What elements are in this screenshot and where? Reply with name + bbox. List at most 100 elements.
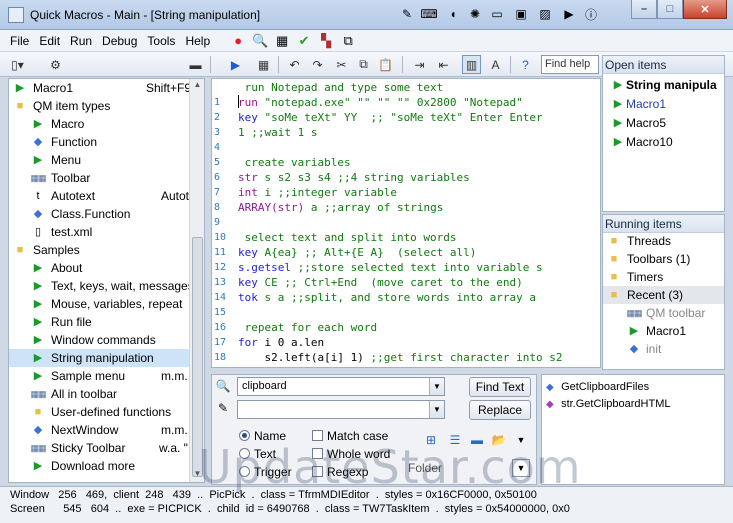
scroll-up-icon[interactable]: ▲ <box>192 80 203 92</box>
redo-icon[interactable]: ↷ <box>308 55 327 74</box>
font-icon[interactable]: A <box>486 55 505 74</box>
code-editor[interactable]: run Notepad and type some text 1 run "note… <box>211 78 601 368</box>
code-line[interactable]: 6 str s s2 s3 s4 ;;4 string variables <box>212 170 600 185</box>
tree-item[interactable]: ▶ Mouse, variables, repeat <box>9 295 199 313</box>
new-icon[interactable]: ▯▾ <box>8 55 27 74</box>
maximize-button[interactable]: □ <box>657 0 683 19</box>
running-item[interactable]: ▶ Macro1 <box>603 322 724 340</box>
menu-debug[interactable]: Debug <box>97 30 142 52</box>
code-line[interactable]: 4 <box>212 140 600 155</box>
tree-item[interactable]: ▶ String manipulation <box>9 349 199 367</box>
tree-item[interactable]: ■ QM item types <box>9 97 199 115</box>
result-item[interactable]: ◆ GetClipboardFiles <box>546 379 649 395</box>
tree-item[interactable]: ◆ Class.Function <box>9 205 199 223</box>
code-line[interactable]: 2 key "soMe teXt" YY ;; "soMe teXt" Enter… <box>212 110 600 125</box>
tree-item[interactable]: ■ Samples <box>9 241 199 259</box>
running-item[interactable]: ■ Toolbars (1) <box>603 250 724 268</box>
running-item[interactable]: ▦▦ QM toolbar <box>603 304 724 322</box>
tree-scrollbar[interactable]: ▲ ▼ <box>189 79 204 482</box>
options-icon[interactable]: ▚ <box>317 32 335 50</box>
save-icon[interactable]: ▬ <box>186 55 205 74</box>
info-icon[interactable]: ⓘ <box>582 5 600 23</box>
paste-icon[interactable]: 📋 <box>376 55 395 74</box>
code-line[interactable]: 13 key CE ;; Ctrl+End (move caret to the … <box>212 275 600 290</box>
run-icon[interactable]: ▶ <box>560 5 578 23</box>
code-line[interactable]: 1 run "notepad.exe" "" "" "" 0x2800 "Note… <box>212 95 600 110</box>
replace-button[interactable]: Replace <box>469 400 531 420</box>
search-icon[interactable]: 🔍 <box>214 377 232 395</box>
undo-icon[interactable]: ↶ <box>285 55 304 74</box>
running-item[interactable]: ■ Threads <box>603 232 724 250</box>
tree-item[interactable]: ▦▦ All in toolbar <box>9 385 199 403</box>
tree-item[interactable]: ▶ Menu <box>9 151 199 169</box>
cut-icon[interactable]: ✂ <box>332 55 351 74</box>
code-line[interactable]: 12 s.getsel ;;store selected text into va… <box>212 260 600 275</box>
code-line[interactable]: 15 <box>212 305 600 320</box>
code-line[interactable]: 10 select text and split into words <box>212 230 600 245</box>
find-icon[interactable]: 🔍 <box>251 32 269 50</box>
code-line[interactable]: 14 tok s a ;;split, and store words into … <box>212 290 600 305</box>
run-button-icon[interactable]: ▶ <box>226 55 245 74</box>
find-help-input[interactable]: Find help <box>541 55 599 74</box>
result-item[interactable]: ◆ str.GetClipboardHTML <box>546 396 671 412</box>
tree-item[interactable]: ▶ About <box>9 259 199 277</box>
list-icon[interactable]: ☰ <box>446 431 464 449</box>
chevron-down-icon[interactable]: ▼ <box>429 378 444 395</box>
code-line[interactable]: 19 s3.get(a[i] 1) ;;get remaining charac… <box>212 365 600 367</box>
running-item[interactable]: ◆ init <box>603 340 724 358</box>
find-text-button[interactable]: Find Text <box>469 377 531 397</box>
chevron-down-icon[interactable]: ▼ <box>512 459 530 477</box>
chevron-down-icon[interactable]: ▼ <box>429 401 444 418</box>
check-icon[interactable]: ✔ <box>295 32 313 50</box>
code-line[interactable]: 9 <box>212 215 600 230</box>
open-item[interactable]: ▶ Macro10 <box>603 133 724 151</box>
tree-item[interactable]: ▶ Sample menu m.m. <box>9 367 199 385</box>
scroll-thumb[interactable] <box>192 237 203 477</box>
tree-item[interactable]: ▶ Macro1 Shift+F9 <box>9 79 199 97</box>
trigger-icon[interactable]: ▦ <box>254 55 273 74</box>
calendar-icon[interactable]: ▦ <box>273 32 291 50</box>
open-item[interactable]: ▶ Macro1 <box>603 95 724 113</box>
copy-icon[interactable]: ⧉ <box>354 55 373 74</box>
replace-input[interactable]: ▼ <box>237 400 445 419</box>
tree-item[interactable]: ▶ Macro <box>9 115 199 133</box>
close-button[interactable]: ✕ <box>683 0 727 19</box>
tree-item[interactable]: ◆ Function <box>9 133 199 151</box>
tree-item[interactable]: ▦▦ Sticky Toolbar w.a. " <box>9 439 199 457</box>
tree-item[interactable]: ▦▦ Toolbar <box>9 169 199 187</box>
comment-icon[interactable]: ⇤ <box>434 55 453 74</box>
code-line[interactable]: 3 1 ;;wait 1 s <box>212 125 600 140</box>
replace-icon[interactable]: ✎ <box>214 399 232 417</box>
code-line[interactable]: run Notepad and type some text <box>212 80 600 95</box>
tree-item[interactable]: ▶ Download more <box>9 457 199 475</box>
tree-item[interactable]: ▶ Run file <box>9 313 199 331</box>
code-line[interactable]: 18 s2.left(a[i] 1) ;;get first character… <box>212 350 600 365</box>
tree-item[interactable]: ◆ NextWindow m.m. <box>9 421 199 439</box>
dialog-icon[interactable]: ⧉ <box>339 32 357 50</box>
tree-item[interactable]: ▶ Window commands <box>9 331 199 349</box>
find-input[interactable]: clipboard ▼ <box>237 377 445 396</box>
menu-edit[interactable]: Edit <box>34 30 65 52</box>
running-item[interactable]: ■ Recent (3) <box>603 286 724 304</box>
control-icon[interactable]: ▣ <box>512 5 530 23</box>
output-toggle-icon[interactable]: ▥ <box>462 55 481 74</box>
scroll-down-icon[interactable]: ▼ <box>192 469 203 481</box>
macro-tree[interactable]: ▶ Macro1 Shift+F9 ■ QM item types ▶ Macro ◆ Func… <box>8 78 205 483</box>
open-folder-icon[interactable]: 📂 <box>490 431 508 449</box>
find-in-folder-icon[interactable]: ⊞ <box>422 431 440 449</box>
tree-item[interactable]: ▯ test.xml <box>9 223 199 241</box>
code-line[interactable]: 8 ARRAY(str) a ;;array of strings <box>212 200 600 215</box>
code-line[interactable]: 11 key A{ea} ;; Alt+{E A} (select all) <box>212 245 600 260</box>
menu-tools[interactable]: Tools <box>142 30 180 52</box>
pencil-icon[interactable]: ✎ <box>398 5 416 23</box>
indent-icon[interactable]: ⇥ <box>410 55 429 74</box>
open-item[interactable]: ▶ String manipula <box>603 76 724 94</box>
menu-file[interactable]: File <box>5 30 34 52</box>
tree-item[interactable]: ▶ Text, keys, wait, messages <box>9 277 199 295</box>
tree-item[interactable]: t Autotext Autot <box>9 187 199 205</box>
mouse-icon[interactable]: ◖ <box>444 5 462 23</box>
help-icon[interactable]: ? <box>516 55 535 74</box>
chevron-down-icon[interactable]: ▼ <box>512 431 530 449</box>
code-line[interactable]: 7 int i ;;integer variable <box>212 185 600 200</box>
properties-icon[interactable]: ⚙ <box>46 55 65 74</box>
